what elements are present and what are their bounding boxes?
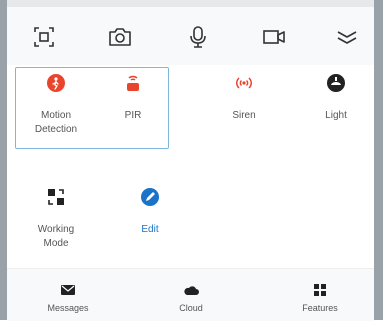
working-mode-label: Working Mode bbox=[37, 224, 75, 249]
siren-label: Siren bbox=[232, 110, 256, 121]
video-icon bbox=[263, 30, 285, 44]
edit-icon bbox=[141, 188, 159, 206]
video-button[interactable] bbox=[259, 23, 289, 51]
edit-control[interactable]: Edit bbox=[113, 181, 187, 267]
nav-cloud-label: Cloud bbox=[179, 303, 203, 313]
camera-button[interactable] bbox=[105, 23, 135, 51]
right-frame bbox=[374, 0, 383, 320]
edit-label: Edit bbox=[141, 224, 159, 235]
nav-features-label: Features bbox=[302, 303, 338, 313]
left-frame bbox=[0, 0, 7, 320]
camera-icon bbox=[109, 28, 131, 46]
bottom-navigation: Messages Cloud Features bbox=[7, 268, 374, 321]
top-toolbar bbox=[7, 7, 374, 65]
controls-area: Motion Detection PIR Siren Light Working… bbox=[7, 65, 374, 268]
microphone-icon bbox=[190, 26, 206, 48]
screenshot-button[interactable] bbox=[29, 23, 59, 51]
messages-icon bbox=[61, 285, 75, 295]
collapse-icon bbox=[337, 31, 357, 44]
top-frame bbox=[7, 0, 374, 7]
cloud-icon bbox=[184, 286, 199, 295]
screenshot-icon bbox=[34, 27, 54, 47]
pir-sensor-icon bbox=[127, 75, 139, 91]
working-mode-icon bbox=[48, 189, 64, 205]
motion-detection-icon bbox=[47, 74, 65, 92]
pir-control[interactable]: PIR bbox=[96, 67, 170, 153]
light-icon bbox=[327, 74, 345, 92]
nav-messages-label: Messages bbox=[47, 303, 89, 313]
features-icon bbox=[314, 284, 326, 296]
siren-control[interactable]: Siren bbox=[207, 67, 281, 153]
nav-cloud[interactable]: Cloud bbox=[146, 283, 236, 319]
nav-messages[interactable]: Messages bbox=[23, 283, 113, 319]
working-mode-control[interactable]: Working Mode bbox=[19, 181, 93, 267]
motion-detection-label: Motion Detection bbox=[34, 110, 78, 135]
collapse-button[interactable] bbox=[332, 23, 362, 51]
camera-control-panel: Motion Detection PIR Siren Light Working… bbox=[7, 7, 374, 321]
light-label: Light bbox=[325, 110, 347, 121]
pir-label: PIR bbox=[124, 110, 142, 121]
microphone-button[interactable] bbox=[183, 23, 213, 51]
siren-icon bbox=[236, 77, 252, 89]
nav-features[interactable]: Features bbox=[275, 283, 365, 319]
motion-detection-control[interactable]: Motion Detection bbox=[19, 67, 93, 153]
light-control[interactable]: Light bbox=[299, 67, 373, 153]
